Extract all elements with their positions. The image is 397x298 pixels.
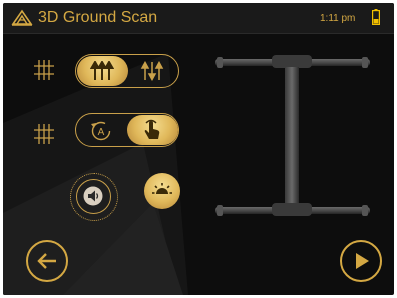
title-bar: 3D Ground Scan 1:11 pm bbox=[3, 3, 394, 34]
automatic-mode-icon[interactable]: A bbox=[89, 118, 113, 142]
manual-tap-icon[interactable] bbox=[140, 118, 164, 142]
battery-icon bbox=[372, 9, 380, 25]
app-screen: 3D Ground Scan 1:11 pm A bbox=[3, 3, 394, 295]
clock: 1:11 pm bbox=[320, 13, 356, 24]
start-mode-toggle[interactable]: A bbox=[75, 113, 179, 147]
next-button[interactable] bbox=[340, 240, 382, 282]
speaker-icon bbox=[83, 186, 103, 206]
page-title: 3D Ground Scan bbox=[38, 9, 158, 26]
arrow-left-icon bbox=[37, 253, 56, 269]
brightness-button[interactable] bbox=[144, 173, 180, 209]
zigzag-scan-icon[interactable] bbox=[140, 61, 164, 81]
probe-device-image bbox=[215, 55, 370, 216]
parallel-scan-icon[interactable] bbox=[90, 61, 114, 81]
brightness-icon bbox=[152, 183, 172, 194]
brand-logo-icon bbox=[11, 9, 33, 26]
back-button[interactable] bbox=[26, 240, 68, 282]
sound-button[interactable] bbox=[70, 173, 118, 221]
sound-button-ring bbox=[76, 179, 111, 214]
scan-pattern-toggle[interactable] bbox=[75, 54, 179, 88]
grid-icon bbox=[34, 124, 54, 144]
grid-icon bbox=[34, 60, 54, 80]
play-icon bbox=[356, 253, 369, 269]
svg-text:A: A bbox=[98, 127, 105, 138]
